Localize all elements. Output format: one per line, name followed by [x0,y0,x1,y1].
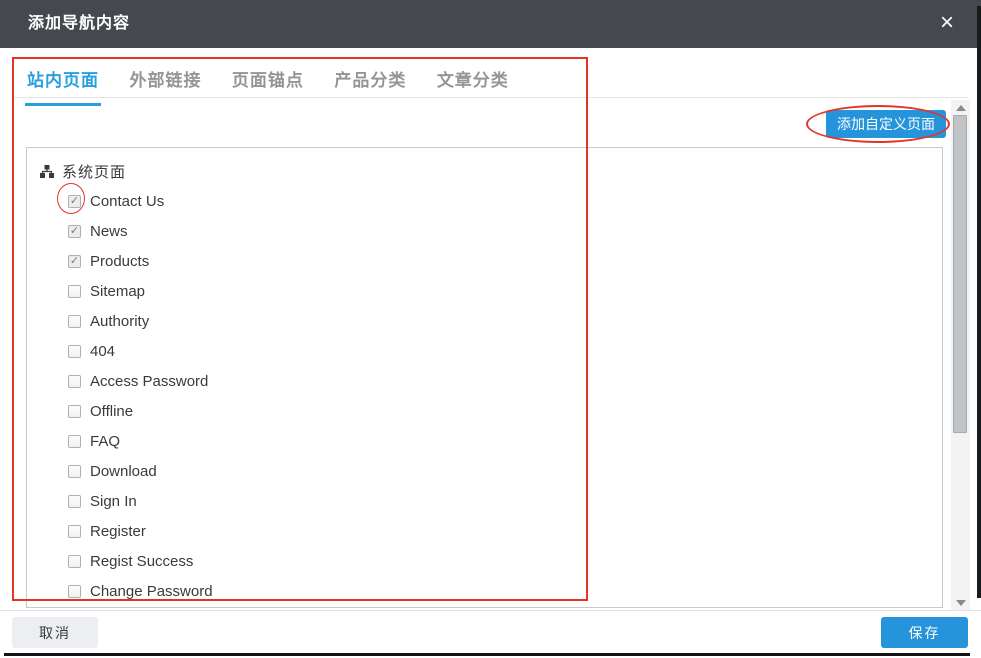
tree-root-label: 系统页面 [62,163,127,181]
vertical-scrollbar[interactable] [951,100,970,611]
tab-article-categories[interactable]: 文章分类 [435,66,511,103]
pages-tree-panel: 系统页面 ✓ Contact Us ✓ News ✓ Products Sitemap Aut… [26,147,943,608]
tree-item-label: Sitemap [90,282,146,300]
tree-item-label: Change Password [90,582,213,600]
scroll-down-arrow-icon[interactable] [951,595,970,611]
tree-item-label: Offline [90,402,134,420]
tree-item[interactable]: Download [68,456,942,486]
tab-product-categories[interactable]: 产品分类 [332,66,408,103]
scroll-up-arrow-icon[interactable] [951,100,970,116]
tree-item[interactable]: ✓ Contact Us [68,186,942,216]
checkbox-unchecked-icon[interactable] [68,404,81,418]
tree-item-label: Products [90,252,150,270]
add-navigation-dialog: 添加导航内容 × 站内页面 外部链接 页面锚点 产品分类 文章分类 添加自定义页… [0,0,981,658]
tree-item[interactable]: Register [68,516,942,546]
tree-item-label: FAQ [90,432,121,450]
page-edge-right [977,6,981,598]
checkbox-unchecked-icon[interactable] [68,554,81,568]
tree-item[interactable]: Sitemap [68,276,942,306]
checkbox-checked-icon[interactable]: ✓ [68,194,81,208]
tree-item[interactable]: Change Password [68,576,942,606]
checkbox-unchecked-icon[interactable] [68,494,81,508]
tab-external-links[interactable]: 外部链接 [127,66,203,103]
tree-item[interactable]: ✓ Products [68,246,942,276]
save-button[interactable]: 保存 [881,617,968,648]
system-pages-list: ✓ Contact Us ✓ News ✓ Products Sitemap Authorit… [68,186,942,606]
tree-item[interactable]: Access Password [68,366,942,396]
tree-item[interactable]: 404 [68,336,942,366]
tab-site-pages[interactable]: 站内页面 [25,66,101,106]
checkbox-unchecked-icon[interactable] [68,284,81,298]
tab-page-anchors[interactable]: 页面锚点 [230,66,306,103]
tree-item-label: Contact Us [90,192,165,210]
cancel-button[interactable]: 取消 [12,617,98,648]
scrollbar-thumb[interactable] [953,115,967,433]
tree-item[interactable]: Sign In [68,486,942,516]
checkbox-unchecked-icon[interactable] [68,314,81,328]
checkbox-unchecked-icon[interactable] [68,374,81,388]
tree-item[interactable]: FAQ [68,426,942,456]
checkbox-unchecked-icon[interactable] [68,464,81,478]
tree-item[interactable]: ✓ News [68,216,942,246]
tree-item[interactable]: Regist Success [68,546,942,576]
tree-item-label: News [90,222,128,240]
dialog-header: 添加导航内容 × [0,0,981,48]
close-icon[interactable]: × [933,10,961,38]
tree-item-label: Access Password [90,372,209,390]
tree-item-label: Download [90,462,157,480]
footer-divider [0,610,981,611]
tree-item-label: Regist Success [90,552,194,570]
checkbox-unchecked-icon[interactable] [68,344,81,358]
page-edge-bottom [4,653,970,656]
checkbox-unchecked-icon[interactable] [68,524,81,538]
sitemap-icon [40,164,54,178]
checkbox-unchecked-icon[interactable] [68,434,81,448]
tree-item[interactable]: Offline [68,396,942,426]
checkbox-checked-icon[interactable]: ✓ [68,254,81,268]
tree-item-label: Authority [90,312,150,330]
tree-item[interactable]: Authority [68,306,942,336]
checkbox-unchecked-icon[interactable] [68,584,81,598]
tree-item-label: Register [90,522,146,540]
checkbox-checked-icon[interactable]: ✓ [68,224,81,238]
tree-root-system-pages[interactable]: 系统页面 [40,156,942,186]
tab-bar: 站内页面 外部链接 页面锚点 产品分类 文章分类 [25,66,533,106]
tree-item-label: 404 [90,342,116,360]
tree-item-label: Sign In [90,492,137,510]
add-custom-page-button[interactable]: 添加自定义页面 [826,110,946,138]
dialog-title: 添加导航内容 [28,15,131,32]
